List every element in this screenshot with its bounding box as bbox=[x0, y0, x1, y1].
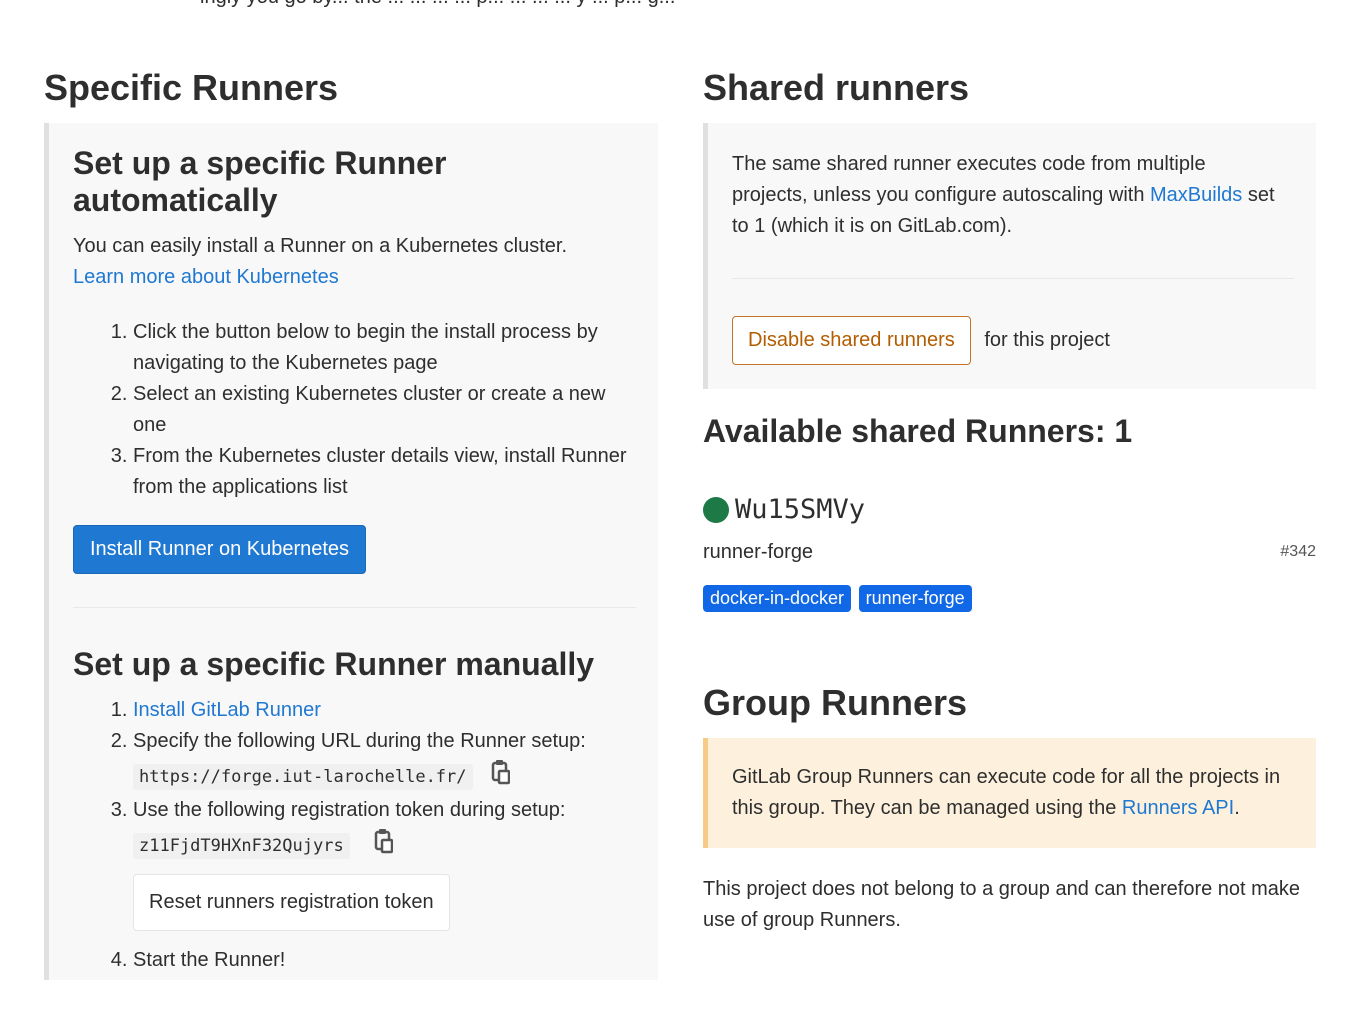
install-runner-kubernetes-button[interactable]: Install Runner on Kubernetes bbox=[73, 525, 367, 574]
shared-runners-description: The same shared runner executes code fro… bbox=[732, 153, 1275, 237]
runner-status-online-icon bbox=[703, 496, 729, 523]
runner-description: runner-forge bbox=[703, 541, 814, 563]
list-item: Start the Runner! bbox=[133, 945, 636, 976]
shared-runners-title: Shared runners bbox=[703, 67, 970, 108]
group-runners-info-panel: GitLab Group Runners can execute code fo… bbox=[703, 738, 1316, 848]
list-item: Specify the following URL during the Run… bbox=[133, 726, 636, 795]
list-item: Select an existing Kubernetes cluster or… bbox=[133, 379, 636, 441]
manual-setup-steps: Install GitLab Runner Specify the follow… bbox=[73, 695, 636, 976]
group-runners-info: GitLab Group Runners can execute code fo… bbox=[732, 766, 1281, 819]
install-gitlab-runner-link[interactable]: Install GitLab Runner bbox=[133, 699, 321, 721]
copy-token-clipboard-icon[interactable] bbox=[373, 828, 394, 864]
available-shared-runners-title: Available shared Runners: 1 bbox=[703, 413, 1133, 449]
registration-token: z11FjdT9HXnF32Qujyrs bbox=[133, 833, 350, 860]
shared-runners-column: Shared runners The same shared runner ex… bbox=[703, 60, 1316, 936]
group-runners-title: Group Runners bbox=[703, 682, 968, 723]
specific-runners-column: Specific Runners Set up a specific Runne… bbox=[44, 60, 658, 980]
list-item: Install GitLab Runner bbox=[133, 695, 636, 726]
runner-id: #342 bbox=[1280, 543, 1316, 560]
registration-url: https://forge.iut-larochelle.fr/ bbox=[133, 764, 473, 791]
specific-runners-title: Specific Runners bbox=[44, 67, 339, 108]
no-group-text: This project does not belong to a group … bbox=[703, 878, 1301, 931]
auto-setup-title: Set up a specific Runner automatically bbox=[73, 145, 447, 218]
copy-url-clipboard-icon[interactable] bbox=[490, 759, 511, 795]
list-item: From the Kubernetes cluster details view… bbox=[133, 441, 636, 503]
list-item: Click the button below to begin the inst… bbox=[133, 317, 636, 379]
clipped-top-text: ingly you go by... the ... ... ... ... p… bbox=[200, 0, 1000, 9]
runners-api-link[interactable]: Runners API bbox=[1122, 797, 1234, 819]
shared-runners-panel: The same shared runner executes code fro… bbox=[703, 123, 1316, 389]
specific-runners-panel: Set up a specific Runner automatically Y… bbox=[44, 123, 658, 980]
divider bbox=[732, 278, 1294, 279]
disable-shared-runners-button[interactable]: Disable shared runners bbox=[732, 316, 971, 365]
manual-setup-title: Set up a specific Runner manually bbox=[73, 646, 595, 682]
step2-text: Specify the following URL during the Run… bbox=[133, 730, 586, 752]
auto-setup-description: You can easily install a Runner on a Kub… bbox=[73, 235, 568, 257]
shared-runner-item: Wu15SMVy bbox=[703, 494, 1316, 525]
runner-tags: docker-in-docker runner-forge bbox=[703, 585, 1316, 612]
learn-more-kubernetes-link[interactable]: Learn more about Kubernetes bbox=[73, 266, 339, 288]
list-item: Use the following registration token dur… bbox=[133, 795, 636, 931]
for-this-project-text: for this project bbox=[984, 329, 1110, 351]
auto-setup-steps: Click the button below to begin the inst… bbox=[73, 317, 636, 503]
reset-registration-token-button[interactable]: Reset runners registration token bbox=[133, 874, 450, 931]
step3-text: Use the following registration token dur… bbox=[133, 799, 566, 821]
runner-token: Wu15SMVy bbox=[735, 494, 866, 525]
maxbuilds-link[interactable]: MaxBuilds bbox=[1150, 184, 1242, 206]
runner-tag-badge: runner-forge bbox=[858, 585, 972, 612]
divider bbox=[73, 607, 636, 608]
runner-tag-badge: docker-in-docker bbox=[703, 585, 852, 612]
